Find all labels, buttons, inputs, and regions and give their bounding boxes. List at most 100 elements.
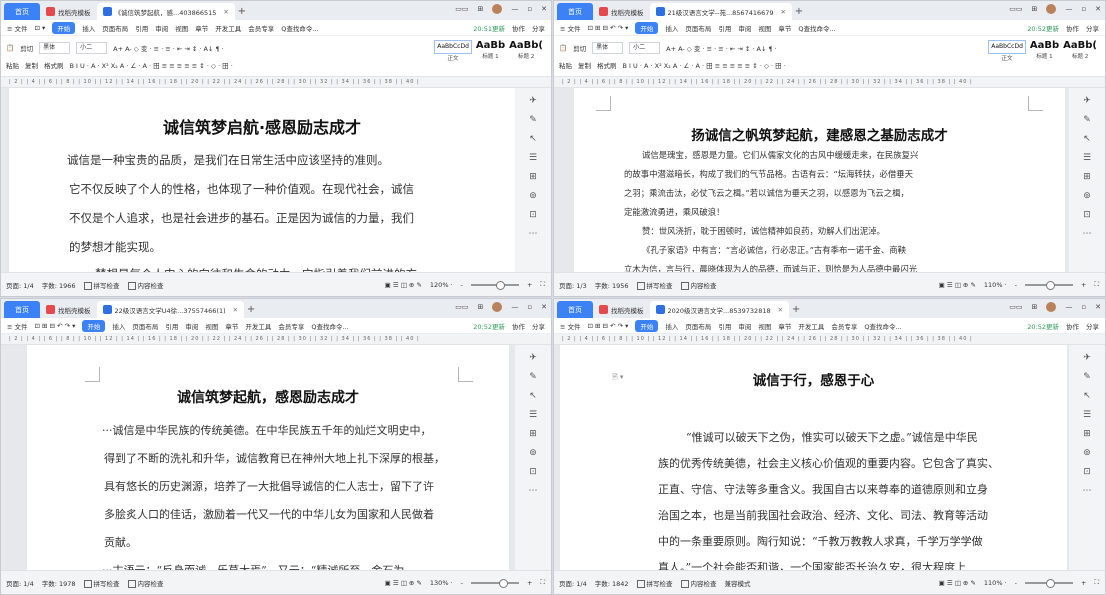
search-command[interactable]: Q查找命令... bbox=[798, 23, 835, 33]
layout-icon[interactable]: ▭▭ bbox=[1009, 303, 1022, 311]
menu-member[interactable]: 会员专享 bbox=[831, 321, 857, 331]
menu-view[interactable]: 视图 bbox=[205, 321, 218, 331]
update-status[interactable]: 20:51更新 bbox=[473, 23, 505, 33]
spellcheck-toggle[interactable]: 拼写检查 bbox=[636, 578, 673, 588]
word-count[interactable]: 字数: 1966 bbox=[42, 280, 76, 290]
close-icon[interactable]: ✕ bbox=[233, 306, 238, 314]
page-indicator[interactable]: 页面: 1/4 bbox=[559, 578, 587, 588]
menu-reference[interactable]: 引用 bbox=[718, 321, 731, 331]
menu-reference[interactable]: 引用 bbox=[135, 23, 148, 33]
side-icon[interactable]: ✎ bbox=[529, 115, 537, 125]
copy-button[interactable]: 复制 bbox=[25, 60, 38, 70]
size-select[interactable]: 小二 bbox=[629, 41, 661, 54]
menu-layout[interactable]: 页面布局 bbox=[132, 321, 158, 331]
tab-home[interactable]: 首页 bbox=[557, 3, 593, 20]
menu-view[interactable]: 视图 bbox=[175, 23, 188, 33]
side-icon[interactable]: ⊞ bbox=[529, 429, 537, 439]
minimize-icon[interactable]: — bbox=[511, 303, 518, 311]
close-window-icon[interactable]: ✕ bbox=[1095, 303, 1101, 311]
word-count[interactable]: 字数: 1978 bbox=[42, 578, 76, 588]
close-icon[interactable]: ✕ bbox=[223, 8, 228, 16]
side-icon[interactable]: ⊞ bbox=[1083, 172, 1091, 182]
side-icon[interactable]: ⊡ bbox=[1083, 210, 1091, 220]
menu-file[interactable]: ≡ 文件 bbox=[7, 23, 28, 33]
side-icon[interactable]: ↖ bbox=[529, 134, 537, 144]
minimize-icon[interactable]: — bbox=[1065, 5, 1072, 13]
menu-review[interactable]: 审阅 bbox=[155, 23, 168, 33]
ruler[interactable]: | 2 | | 4 | | 6 | | 8 | | 10 | | 12 | | … bbox=[554, 77, 1105, 88]
tab-template[interactable]: 找稻壳模板 bbox=[593, 3, 650, 20]
side-icon[interactable]: ↖ bbox=[1083, 391, 1091, 401]
menu-devtools[interactable]: 开发工具 bbox=[798, 321, 824, 331]
close-window-icon[interactable]: ✕ bbox=[541, 303, 547, 311]
layout-icon[interactable]: ▭▭ bbox=[455, 5, 468, 13]
collab-button[interactable]: 协作 bbox=[1066, 321, 1079, 331]
style-normal[interactable]: AaBbCcDd 正文 bbox=[988, 40, 1026, 62]
side-icon[interactable]: ✈ bbox=[1083, 353, 1091, 363]
side-icon[interactable]: ☰ bbox=[1083, 410, 1091, 420]
tab-document[interactable]: 21级汉语言文学--苑...8567416679 ✕ bbox=[649, 3, 792, 20]
zoom-level[interactable]: 120% · bbox=[430, 281, 453, 289]
ruler[interactable]: | 2 | | 4 | | 6 | | 8 | | 10 | | 12 | | … bbox=[1, 77, 551, 88]
side-icon[interactable]: ☰ bbox=[1083, 153, 1091, 163]
grid-icon[interactable]: ⊞ bbox=[1032, 303, 1038, 311]
format-tools-row2[interactable]: B I U · A · X² X₂ A · ∠ · A · 田 ≡ ≡ ≡ ≡ … bbox=[70, 60, 233, 70]
paste-icon[interactable]: 📋 bbox=[6, 44, 14, 52]
document-page[interactable]: 扬诚信之帆筑梦起航，建感恩之基励志成才 诚信是瑰宝，感恩是力量。它们从儒家文化的… bbox=[574, 88, 1065, 273]
menu-file[interactable]: ≡ 文件 bbox=[560, 23, 581, 33]
share-button[interactable]: 分享 bbox=[532, 321, 545, 331]
side-icon[interactable]: ✈ bbox=[529, 353, 537, 363]
menu-section[interactable]: 章节 bbox=[225, 321, 238, 331]
grid-icon[interactable]: ⊞ bbox=[478, 5, 484, 13]
tab-document[interactable]: 22级汉语言文学U4徐...37557466(1) ✕ bbox=[96, 301, 245, 318]
tab-home[interactable]: 首页 bbox=[4, 3, 40, 20]
menu-review[interactable]: 审阅 bbox=[738, 23, 751, 33]
side-icon[interactable]: ⋯ bbox=[1083, 486, 1092, 496]
side-icon[interactable]: ↖ bbox=[1083, 134, 1091, 144]
menu-layout[interactable]: 页面布局 bbox=[685, 23, 711, 33]
content-check[interactable]: 内容检查 bbox=[680, 280, 717, 290]
word-count[interactable]: 字数: 1842 bbox=[595, 578, 629, 588]
side-icon[interactable]: ⊚ bbox=[1083, 191, 1091, 201]
font-select[interactable]: 黑体 bbox=[39, 41, 71, 54]
zoom-slider-knob[interactable] bbox=[1045, 578, 1055, 588]
layout-icon[interactable]: ▭▭ bbox=[1009, 5, 1022, 13]
zoom-level[interactable]: 110% · bbox=[984, 579, 1007, 587]
menu-start[interactable]: 开始 bbox=[635, 319, 659, 332]
spellcheck-toggle[interactable]: 拼写检查 bbox=[83, 280, 120, 290]
zoom-out-button[interactable]: - bbox=[1015, 579, 1017, 587]
document-page[interactable]: 诚信筑梦起航，感恩励志成才 ···诚信是中华民族的传统美德。在中华民族五千年的灿… bbox=[27, 345, 509, 571]
avatar[interactable] bbox=[492, 4, 503, 14]
new-tab-button[interactable]: + bbox=[792, 3, 806, 20]
paste-icon[interactable]: 📋 bbox=[559, 44, 567, 52]
new-tab-button[interactable]: + bbox=[235, 3, 249, 20]
copy-button[interactable]: 复制 bbox=[578, 60, 591, 70]
tab-template[interactable]: 找稻壳模板 bbox=[593, 301, 650, 318]
menu-member[interactable]: 会员专享 bbox=[278, 321, 304, 331]
side-icon[interactable]: ⊚ bbox=[529, 448, 537, 458]
maximize-icon[interactable]: ▫ bbox=[1081, 5, 1086, 13]
new-tab-button[interactable]: + bbox=[789, 301, 803, 318]
menu-file[interactable]: ≡ 文件 bbox=[7, 321, 28, 331]
menu-view[interactable]: 视图 bbox=[758, 23, 771, 33]
side-icon[interactable]: ⊚ bbox=[529, 191, 537, 201]
zoom-out-button[interactable]: - bbox=[461, 579, 463, 587]
tab-document[interactable]: 2020级汉语言文学...8539732818 ✕ bbox=[649, 301, 790, 318]
avatar[interactable] bbox=[492, 302, 503, 312]
side-icon[interactable]: ⊞ bbox=[529, 172, 537, 182]
page-indicator[interactable]: 页面: 1/4 bbox=[6, 280, 34, 290]
zoom-in-button[interactable]: + bbox=[1081, 579, 1086, 587]
fullscreen-icon[interactable]: ⛶ bbox=[540, 578, 545, 587]
menu-reference[interactable]: 引用 bbox=[165, 321, 178, 331]
page-indicator[interactable]: 页面: 1/4 bbox=[6, 578, 34, 588]
menu-start[interactable]: 开始 bbox=[82, 319, 106, 332]
menu-review[interactable]: 审阅 bbox=[738, 321, 751, 331]
menu-section[interactable]: 章节 bbox=[778, 321, 791, 331]
tab-document[interactable]: 《诚信筑梦起航，感...403866515 ✕ bbox=[96, 3, 235, 20]
zoom-slider[interactable] bbox=[470, 280, 519, 290]
side-icon[interactable]: ✎ bbox=[1083, 372, 1091, 382]
avatar[interactable] bbox=[1046, 302, 1057, 312]
style-heading1[interactable]: AaBb 标题 1 bbox=[1030, 40, 1059, 60]
collab-button[interactable]: 协作 bbox=[512, 23, 525, 33]
update-status[interactable]: 20:52更新 bbox=[1027, 321, 1059, 331]
